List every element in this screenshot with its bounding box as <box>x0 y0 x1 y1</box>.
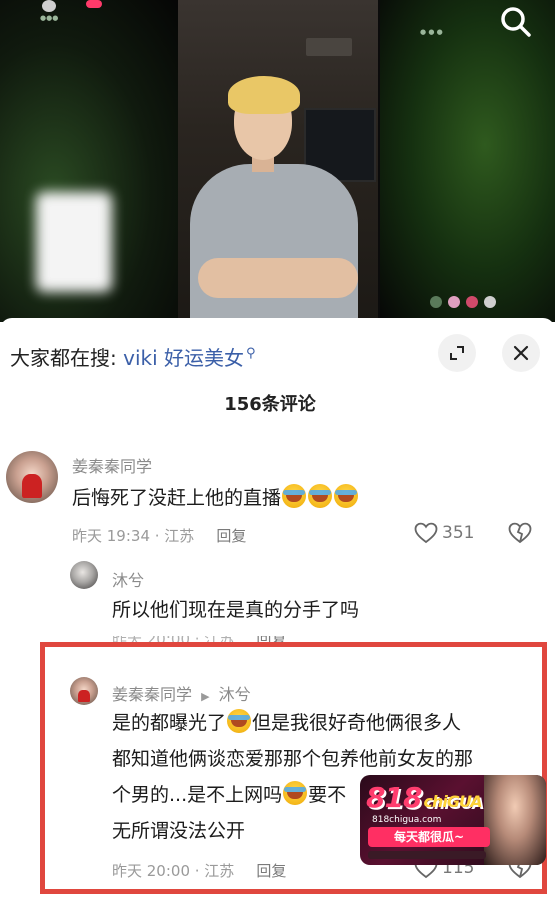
close-icon <box>513 345 529 361</box>
close-button[interactable] <box>502 334 540 372</box>
avatar[interactable] <box>70 561 98 589</box>
comment-text: 所以他们现在是真的分手了吗 <box>112 599 360 621</box>
follow-badge <box>86 0 102 8</box>
crying-emoji-icon <box>308 484 333 508</box>
expand-icon <box>450 346 464 360</box>
person-hair <box>228 76 300 114</box>
heart-icon <box>414 522 438 544</box>
comment-meta: 昨天 19:34 · 江苏 回复 <box>72 525 246 546</box>
expand-button[interactable] <box>438 334 476 372</box>
comment-username[interactable]: 姜秦秦同学 <box>72 453 152 477</box>
comment-username[interactable]: 沐兮 <box>112 567 144 591</box>
gift-ranking-text: ● ● ● <box>420 28 443 36</box>
watermark-logo: 818 chiGUA <box>366 781 483 814</box>
search-icon[interactable] <box>496 2 536 42</box>
video-like-icon[interactable] <box>466 296 478 308</box>
search-suggestion-prefix: 大家都在搜: <box>10 346 117 370</box>
video-blurred-right <box>380 0 555 322</box>
video-overlay-card <box>36 192 112 292</box>
comment-text-body: 后悔死了没赶上他的直播 <box>72 487 282 509</box>
streamer-avatar <box>42 0 56 12</box>
search-suggestion[interactable]: 大家都在搜: viki 好运美女 ⚲ <box>10 342 256 371</box>
video-scene <box>178 0 378 322</box>
watermark-footer-bar <box>368 851 486 859</box>
comment-count-title: 156条评论 <box>224 394 316 415</box>
comment-time-location: 昨天 19:34 · 江苏 <box>72 527 195 545</box>
dislike-broken-heart-icon[interactable] <box>508 522 532 544</box>
watermark-slogan: 每天都很瓜~ <box>368 827 490 847</box>
crying-emoji-icon <box>282 484 307 508</box>
person-arms <box>198 258 358 298</box>
live-video-frame[interactable]: ●●● ● ● ● <box>0 0 555 322</box>
person-body <box>190 164 358 322</box>
like-count: 351 <box>442 523 475 543</box>
small-search-icon: ⚲ <box>246 346 256 362</box>
viewer-count-text: ●●● <box>40 14 59 22</box>
like-button[interactable]: 351 <box>414 522 474 544</box>
avatar[interactable] <box>6 451 58 503</box>
video-gift-icon[interactable] <box>448 296 460 308</box>
comment-text: 后悔死了没赶上他的直播 <box>72 480 359 516</box>
crying-emoji-icon <box>334 484 359 508</box>
watermark-logo-suffix: chiGUA <box>423 792 482 811</box>
video-control-icon[interactable] <box>430 296 442 308</box>
ceiling-lamp <box>306 38 352 56</box>
video-share-icon[interactable] <box>484 296 496 308</box>
watermark-domain: 818chigua.com <box>372 815 442 825</box>
watermark-badge: 818 chiGUA 818chigua.com 每天都很瓜~ <box>360 775 546 865</box>
search-suggestion-term[interactable]: viki 好运美女 <box>123 346 244 370</box>
watermark-logo-number: 818 <box>366 781 422 814</box>
reply-button[interactable]: 回复 <box>216 527 246 545</box>
watermark-girl-image <box>484 775 546 865</box>
